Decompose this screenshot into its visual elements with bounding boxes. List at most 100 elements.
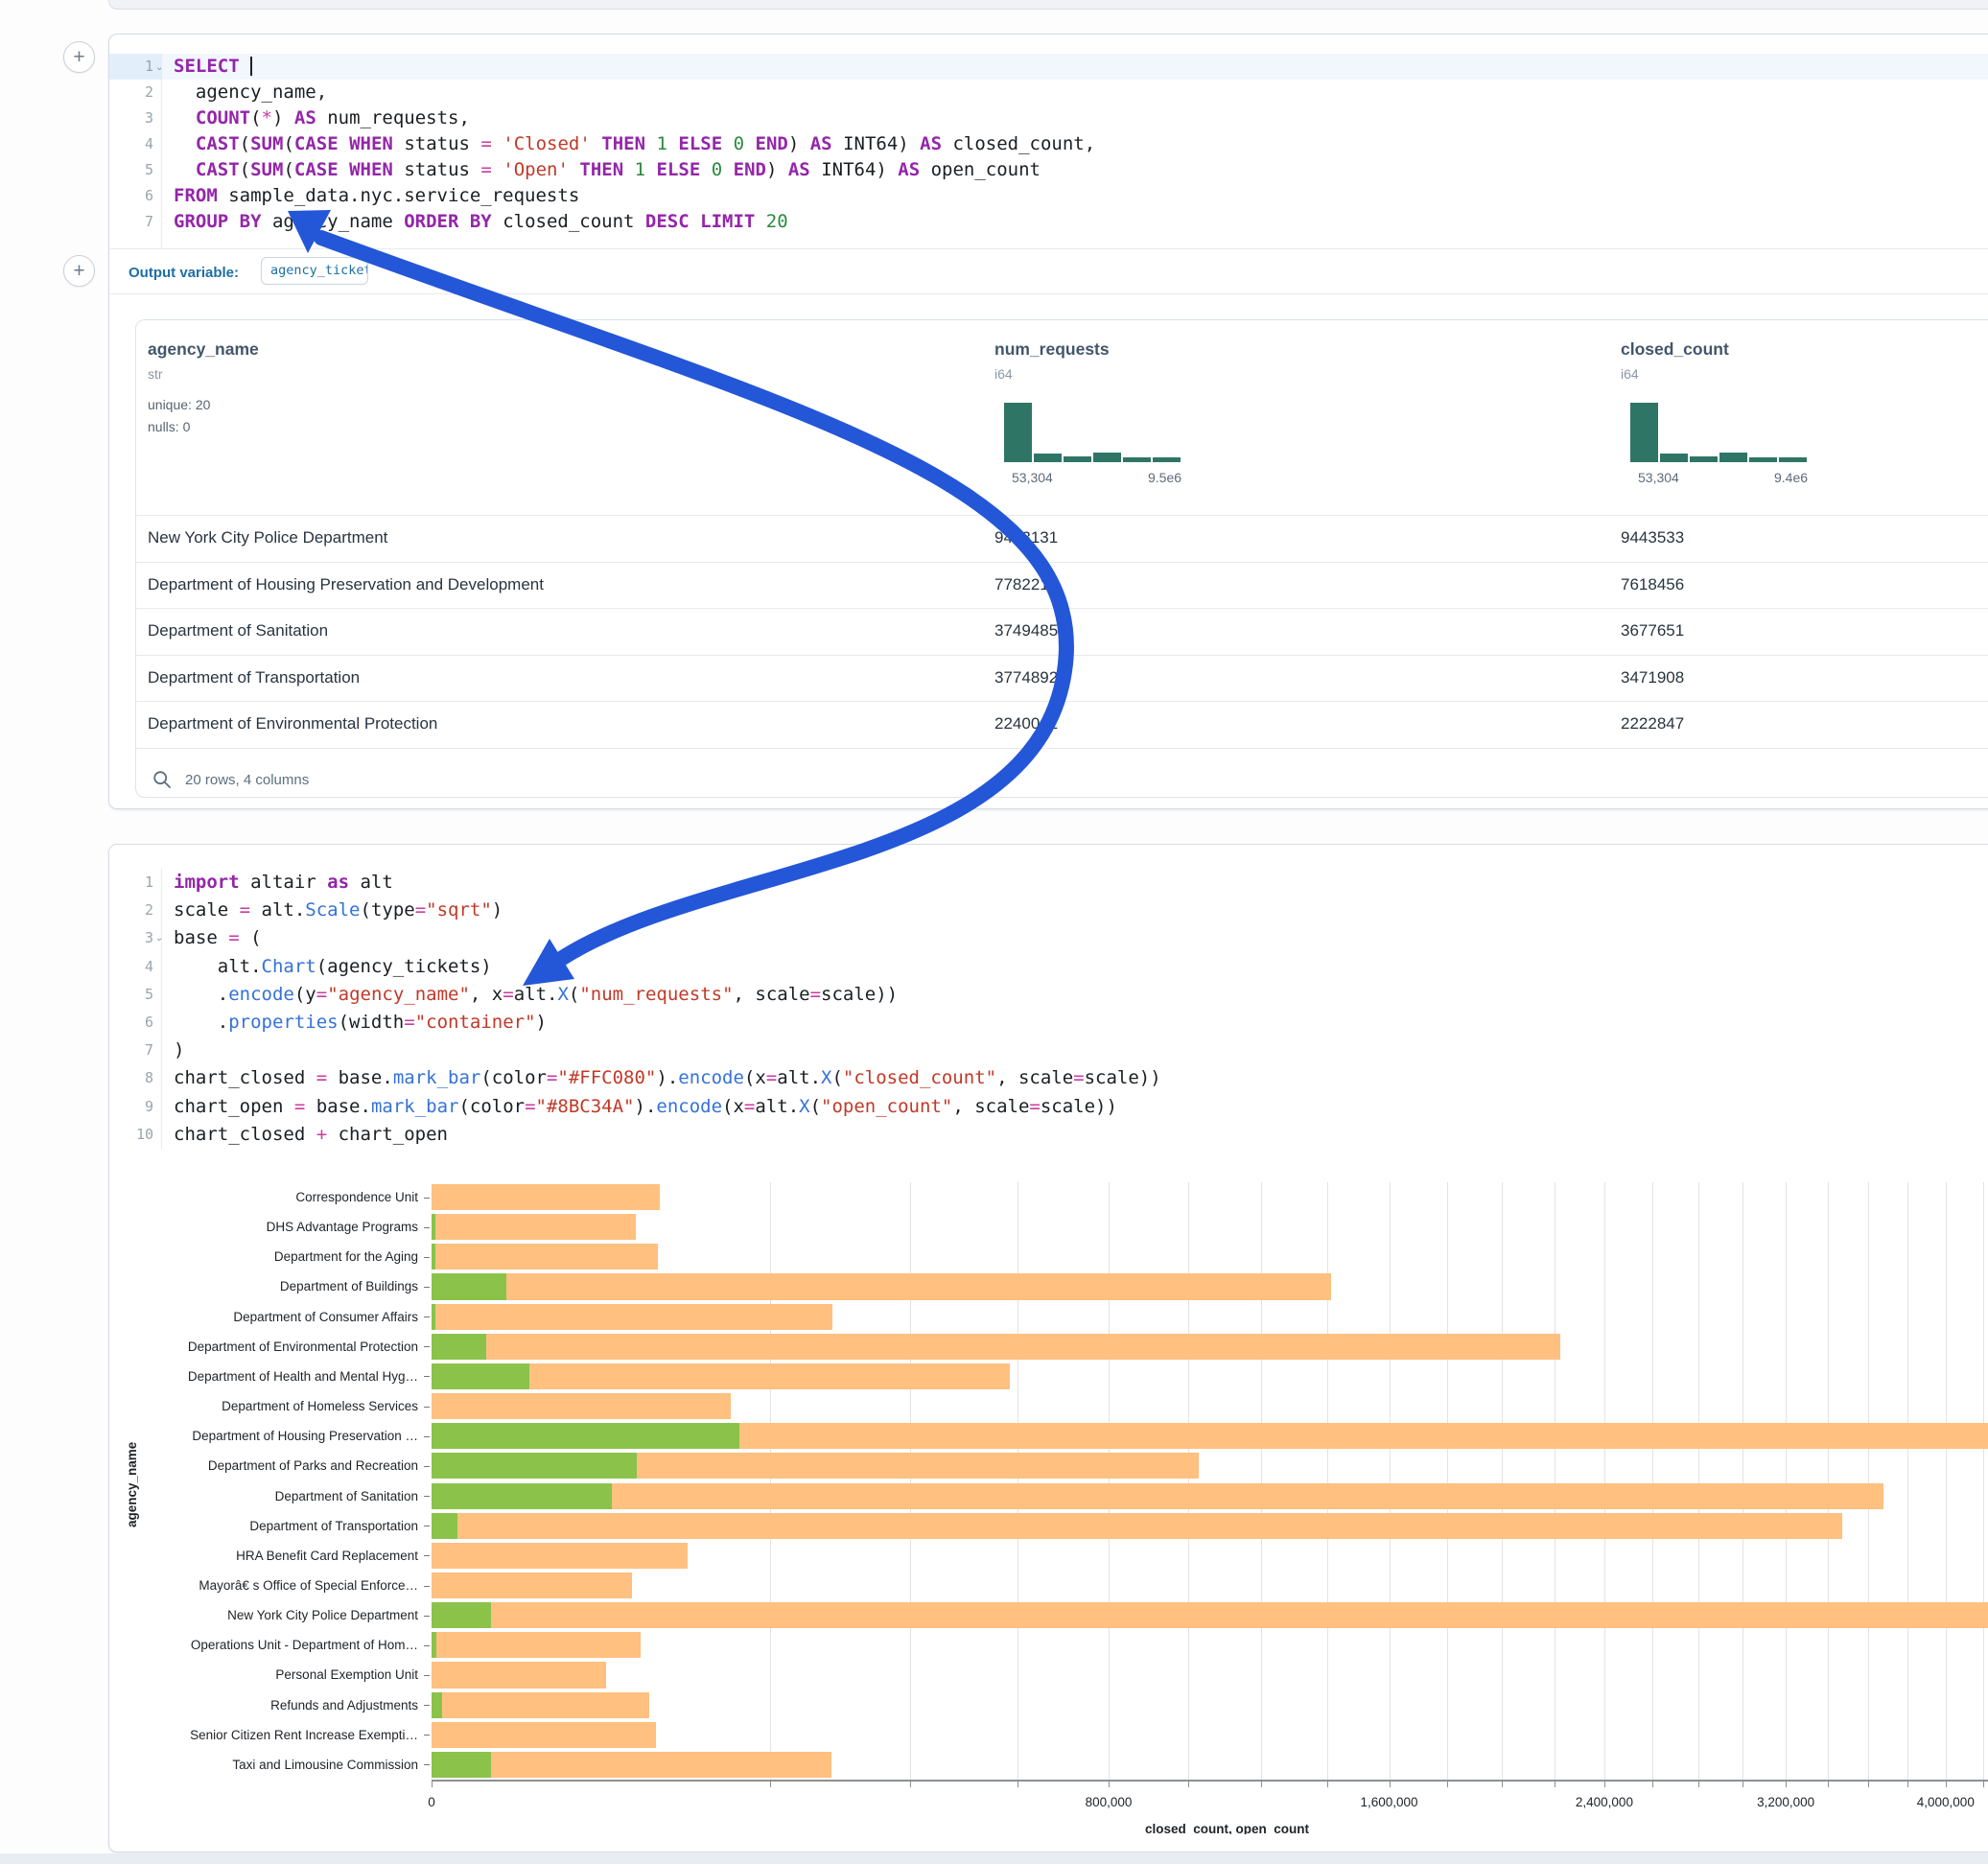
code-line[interactable]: 7): [109, 1037, 1988, 1064]
open-count-bar[interactable]: [432, 1692, 442, 1718]
table-cell-num-requests[interactable]: 3774892: [994, 668, 1058, 687]
code-line[interactable]: 3⌄base = (: [109, 924, 1988, 952]
code-line[interactable]: 9chart_open = base.mark_bar(color="#8BC3…: [109, 1093, 1988, 1121]
closed-count-bar[interactable]: [432, 1752, 831, 1778]
code-text: SELECT: [174, 54, 252, 80]
add-cell-button-output[interactable]: +: [63, 255, 95, 287]
column-header[interactable]: num_requests: [994, 339, 1110, 360]
code-line[interactable]: 1import altair as alt: [109, 869, 1988, 897]
gridline: [1502, 1182, 1503, 1780]
table-cell-closed-count[interactable]: 2222847: [1621, 714, 1684, 734]
closed-count-bar[interactable]: [432, 1393, 731, 1419]
table-cell-num-requests[interactable]: 9453131: [994, 528, 1058, 548]
fold-chevron-icon[interactable]: ⌄: [155, 55, 163, 81]
column-header[interactable]: closed_count: [1621, 339, 1729, 360]
add-cell-button-top[interactable]: +: [63, 41, 95, 73]
closed-count-bar[interactable]: [432, 1244, 658, 1270]
code-line[interactable]: 2scale = alt.Scale(type="sqrt"): [109, 897, 1988, 924]
code-line[interactable]: 7GROUP BY agency_name ORDER BY closed_co…: [109, 209, 1988, 235]
code-line[interactable]: 4 CAST(SUM(CASE WHEN status = 'Closed' T…: [109, 131, 1988, 157]
open-count-bar[interactable]: [432, 1453, 637, 1479]
line-number: 8: [109, 1064, 153, 1092]
open-count-bar[interactable]: [432, 1483, 612, 1509]
open-count-bar[interactable]: [432, 1752, 491, 1778]
closed-count-bar[interactable]: [432, 1273, 1331, 1299]
closed-count-bar[interactable]: [432, 1722, 656, 1748]
x-axis-tick: [1261, 1782, 1262, 1787]
fold-chevron-icon[interactable]: ⌄: [155, 925, 163, 951]
open-count-bar[interactable]: [432, 1214, 435, 1240]
table-cell-num-requests[interactable]: 2240041: [994, 714, 1058, 734]
closed-count-bar[interactable]: [432, 1662, 606, 1688]
table-cell-agency[interactable]: Department of Environmental Protection: [148, 714, 437, 734]
open-count-bar[interactable]: [432, 1273, 506, 1299]
code-line[interactable]: 6 .properties(width="container"): [109, 1009, 1988, 1037]
closed-count-bar[interactable]: [432, 1602, 1988, 1628]
y-axis-tick: [424, 1466, 430, 1467]
closed-count-bar[interactable]: [432, 1632, 641, 1658]
code-text: base = (: [174, 924, 262, 952]
x-axis-tick-label: 4,000,000: [1917, 1795, 1975, 1809]
gridline: [1698, 1182, 1699, 1780]
search-icon[interactable]: [152, 770, 172, 789]
column-header[interactable]: agency_name: [148, 339, 259, 360]
open-count-bar[interactable]: [432, 1602, 491, 1628]
code-line[interactable]: 5 CAST(SUM(CASE WHEN status = 'Open' THE…: [109, 157, 1988, 183]
closed-count-bar[interactable]: [432, 1184, 660, 1210]
y-axis-label: Department of Homeless Services: [134, 1399, 418, 1413]
code-line[interactable]: 4 alt.Chart(agency_tickets): [109, 953, 1988, 981]
y-axis-label: Department of Buildings: [134, 1279, 418, 1293]
open-count-bar[interactable]: [432, 1334, 486, 1360]
closed-count-bar[interactable]: [432, 1692, 649, 1718]
closed-count-bar[interactable]: [432, 1214, 636, 1240]
y-axis-tick: [424, 1616, 430, 1617]
table-cell-agency[interactable]: Department of Housing Preservation and D…: [148, 575, 544, 594]
y-axis-label: Department of Transportation: [134, 1519, 418, 1533]
code-line[interactable]: 2 agency_name,: [109, 80, 1988, 105]
table-cell-agency[interactable]: Department of Sanitation: [148, 621, 328, 641]
closed-count-bar[interactable]: [432, 1304, 832, 1330]
output-variable-label: Output variable:: [129, 265, 239, 281]
closed-count-bar[interactable]: [432, 1573, 632, 1598]
line-number: 10: [109, 1121, 153, 1149]
closed-count-bar[interactable]: [432, 1483, 1883, 1509]
x-axis-tick: [1742, 1782, 1743, 1787]
open-count-bar[interactable]: [432, 1244, 435, 1270]
gridline: [1652, 1182, 1653, 1780]
table-cell-closed-count[interactable]: 7618456: [1621, 575, 1684, 594]
table-cell-num-requests[interactable]: 3749485: [994, 621, 1058, 641]
python-code-editor[interactable]: 1import altair as alt2scale = alt.Scale(…: [109, 869, 1988, 1149]
open-count-bar[interactable]: [432, 1363, 529, 1389]
table-cell-agency[interactable]: Department of Transportation: [148, 668, 360, 687]
open-count-bar[interactable]: [432, 1632, 436, 1658]
code-line[interactable]: 3 COUNT(*) AS num_requests,: [109, 105, 1988, 131]
table-cell-closed-count[interactable]: 3677651: [1621, 621, 1684, 641]
table-cell-num-requests[interactable]: 7782211: [994, 575, 1057, 594]
x-axis-tick: [1786, 1782, 1787, 1787]
x-axis-line: [432, 1780, 1988, 1782]
open-count-bar[interactable]: [432, 1423, 739, 1449]
table-cell-agency[interactable]: New York City Police Department: [148, 528, 387, 548]
gridline: [1109, 1182, 1110, 1780]
code-line[interactable]: 1⌄ SELECT: [109, 54, 1988, 80]
y-axis-label: Department for the Aging: [134, 1249, 418, 1264]
closed-count-bar[interactable]: [432, 1543, 688, 1569]
open-count-bar[interactable]: [432, 1513, 457, 1539]
code-line[interactable]: 6FROM sample_data.nyc.service_requests: [109, 183, 1988, 209]
x-axis-tick: [1983, 1782, 1984, 1787]
output-variable-input[interactable]: agency_tickets: [261, 257, 368, 285]
result-table[interactable]: agency_namestrunique: 20nulls: 0num_requ…: [135, 319, 1988, 798]
code-line[interactable]: 8chart_closed = base.mark_bar(color="#FF…: [109, 1064, 1988, 1092]
x-axis-tick: [1447, 1782, 1448, 1787]
code-line[interactable]: 5 .encode(y="agency_name", x=alt.X("num_…: [109, 981, 1988, 1009]
line-number: 1: [109, 54, 153, 80]
code-line[interactable]: 10chart_closed + chart_open: [109, 1121, 1988, 1149]
x-axis-tick-label: 2,400,000: [1576, 1795, 1633, 1809]
open-count-bar[interactable]: [432, 1304, 435, 1330]
sql-code-editor[interactable]: 1⌄ SELECT 2 agency_name,3 COUNT(*) AS num…: [109, 54, 1988, 248]
table-cell-closed-count[interactable]: 3471908: [1621, 668, 1684, 687]
table-cell-closed-count[interactable]: 9443533: [1621, 528, 1684, 548]
closed-count-bar[interactable]: [432, 1513, 1842, 1539]
closed-count-bar[interactable]: [432, 1334, 1560, 1360]
y-axis-label: Refunds and Adjustments: [134, 1698, 418, 1713]
